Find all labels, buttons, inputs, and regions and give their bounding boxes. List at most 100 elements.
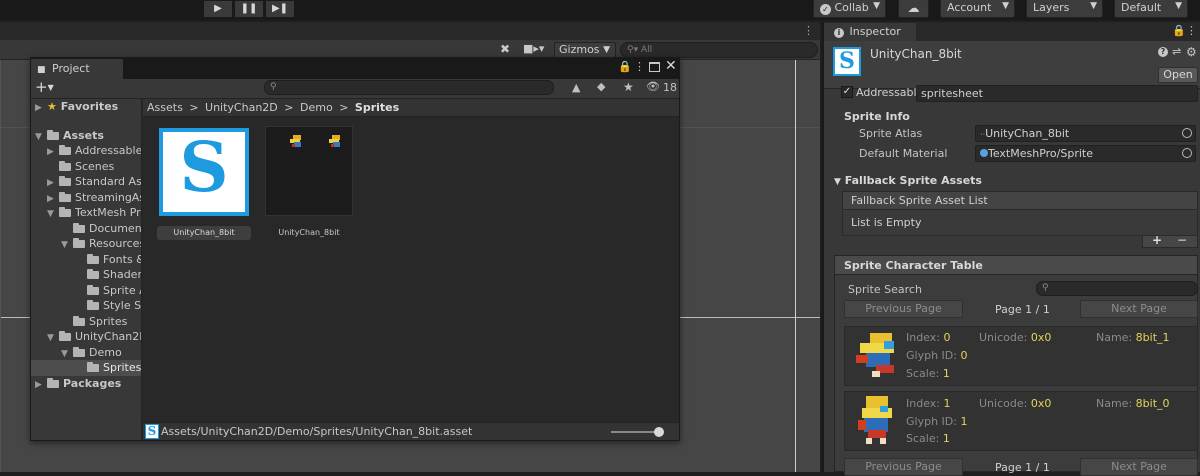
breadcrumb: Assets > UnityChan2D > Demo > Sprites	[143, 99, 679, 117]
index-value: 0	[943, 331, 951, 344]
pause-button[interactable]: ❚❚	[234, 0, 264, 18]
lock-icon[interactable]: 🔒	[1172, 24, 1186, 37]
star-icon: ★	[47, 100, 57, 113]
tree-item[interactable]: ▶Standard Asse	[47, 174, 141, 190]
layout-dropdown[interactable]: Default ▼	[1114, 0, 1188, 18]
name-value: 8bit_0	[1135, 397, 1170, 410]
object-picker-icon[interactable]	[1182, 128, 1192, 138]
tree-item[interactable]: Sprite A	[75, 283, 141, 299]
chevron-down-icon: ▼	[47, 83, 54, 92]
scene-search-input[interactable]: ⚲▾ All	[620, 42, 818, 58]
previous-page-button[interactable]: Previous Page	[844, 300, 963, 318]
default-material-field[interactable]: TextMeshPro/Sprite	[975, 145, 1196, 162]
collab-dropdown[interactable]: ✓ Collab ▼	[813, 0, 886, 18]
triangle-down-icon: ▼	[834, 177, 841, 187]
asset-grid: S UnityChan_8bit UnityChan_8bit	[143, 118, 679, 422]
open-button[interactable]: Open	[1158, 67, 1198, 83]
layers-dropdown[interactable]: Layers ▼	[1026, 0, 1103, 18]
close-icon[interactable]: ✕	[665, 58, 677, 74]
asset-name-selected: UnityChan_8bit	[157, 226, 251, 240]
tree-item[interactable]: Style Sh	[75, 298, 141, 314]
index-label: Index: 0	[906, 331, 951, 344]
asset-tile[interactable]: S UnityChan_8bit	[157, 126, 251, 244]
add-item-button[interactable]: +	[1152, 234, 1162, 246]
tree-item[interactable]: Scenes	[47, 159, 114, 175]
tree-item[interactable]: Fonts &	[75, 252, 141, 268]
more-icon[interactable]: ⋮	[803, 24, 814, 37]
breadcrumb-item[interactable]: UnityChan2D	[205, 101, 278, 114]
triangle-right-icon: ▶	[47, 147, 54, 157]
object-picker-icon[interactable]	[1182, 148, 1192, 158]
tree-packages[interactable]: ▶ Packages	[35, 376, 121, 392]
cloud-button[interactable]: ☁	[898, 0, 929, 18]
hidden-packages-icon[interactable]: 👁	[646, 80, 660, 93]
sprite-thumbnail-icon	[852, 333, 902, 379]
tab-inspector[interactable]: i Inspector	[824, 23, 916, 41]
triangle-right-icon: ▶	[35, 380, 42, 390]
more-icon[interactable]: ⋮	[1186, 24, 1197, 37]
account-dropdown[interactable]: Account ▼	[940, 0, 1015, 18]
tree-item[interactable]: Documenta	[61, 221, 141, 237]
character-sprite-icon	[290, 135, 304, 147]
default-material-label: Default Material	[859, 147, 948, 160]
folder-icon	[73, 238, 87, 248]
folder-icon	[73, 223, 87, 233]
previous-page-button-bottom[interactable]: Previous Page	[844, 458, 963, 476]
glyph-id-value: 1	[960, 415, 968, 428]
next-page-button-bottom[interactable]: Next Page	[1080, 458, 1198, 476]
breadcrumb-item[interactable]: Sprites	[355, 101, 399, 114]
folder-icon	[73, 347, 87, 357]
tree-item[interactable]: ▼ Demo	[61, 345, 122, 361]
maximize-icon[interactable]	[649, 62, 660, 72]
next-page-button[interactable]: Next Page	[1080, 300, 1198, 318]
folder-icon	[47, 130, 61, 140]
index-label: Index: 1	[906, 397, 951, 410]
tab-project[interactable]: ■ Project	[31, 59, 123, 79]
tree-item[interactable]: ▼ Resources	[61, 236, 141, 252]
addressable-address-field[interactable]: spritesheet	[916, 85, 1198, 102]
gear-icon[interactable]: ⚙	[1186, 45, 1197, 59]
icon-size-slider-track[interactable]	[611, 431, 659, 433]
tree-item[interactable]: Shaders	[75, 267, 141, 283]
more-icon[interactable]: ⋮	[634, 60, 645, 73]
fallback-list-header: Fallback Sprite Asset List	[842, 191, 1198, 210]
scale-value: 1	[942, 432, 950, 445]
tree-item[interactable]: ▶AddressableA	[47, 143, 141, 159]
icon-size-slider-handle[interactable]	[654, 427, 664, 437]
play-button[interactable]: ▶	[203, 0, 233, 18]
breadcrumb-item[interactable]: Demo	[300, 101, 333, 114]
gizmos-dropdown[interactable]: Gizmos ▼	[554, 42, 616, 58]
label-icon[interactable]: ◆	[597, 80, 605, 93]
camera-icon[interactable]: ■▸▾	[523, 42, 544, 55]
unicode-value: 0x0	[1030, 331, 1052, 344]
glyph-id-label: Glyph ID: 0	[906, 349, 968, 362]
favorite-star-icon[interactable]: ★	[623, 80, 634, 94]
presets-icon[interactable]: ⇌	[1172, 45, 1181, 58]
folder-icon	[73, 316, 87, 326]
project-search-input[interactable]: ⚲	[264, 80, 554, 95]
scale-value: 1	[942, 367, 950, 380]
step-button[interactable]: ▶❚	[265, 0, 295, 18]
tree-item[interactable]: Sprites	[61, 314, 127, 330]
create-button[interactable]: +▼	[35, 79, 54, 96]
remove-item-button[interactable]: −	[1177, 234, 1187, 246]
help-icon[interactable]: ?	[1158, 47, 1168, 57]
sprite-search-field[interactable]: ⚲	[1036, 281, 1198, 296]
addressable-checkbox[interactable]: ✓	[841, 86, 853, 98]
tree-item[interactable]: ▼ TextMesh Pro	[47, 205, 141, 221]
sprite-atlas-field[interactable]: ⋅⋅UnityChan_8bit	[975, 125, 1196, 142]
glyph-id-value: 0	[960, 349, 968, 362]
tree-item-selected[interactable]: Sprites	[75, 360, 141, 376]
tree-favorites[interactable]: ▶ ★ Favorites	[35, 99, 118, 115]
tree-item[interactable]: ▼ UnityChan2D	[47, 329, 141, 345]
folder-icon	[87, 285, 101, 295]
breadcrumb-item[interactable]: Assets	[147, 101, 183, 114]
tree-item[interactable]: ▶StreamingAss	[47, 190, 141, 206]
triangle-down-icon: ▼	[47, 333, 54, 343]
asset-tile[interactable]: UnityChan_8bit	[263, 126, 355, 244]
search-by-type-icon[interactable]: ▲	[572, 81, 580, 94]
tree-assets[interactable]: ▼ Assets	[35, 128, 104, 144]
fallback-foldout[interactable]: ▼ Fallback Sprite Assets	[834, 174, 982, 187]
lock-icon[interactable]: 🔒	[618, 60, 632, 73]
tools-icon[interactable]: ✖	[500, 42, 510, 56]
